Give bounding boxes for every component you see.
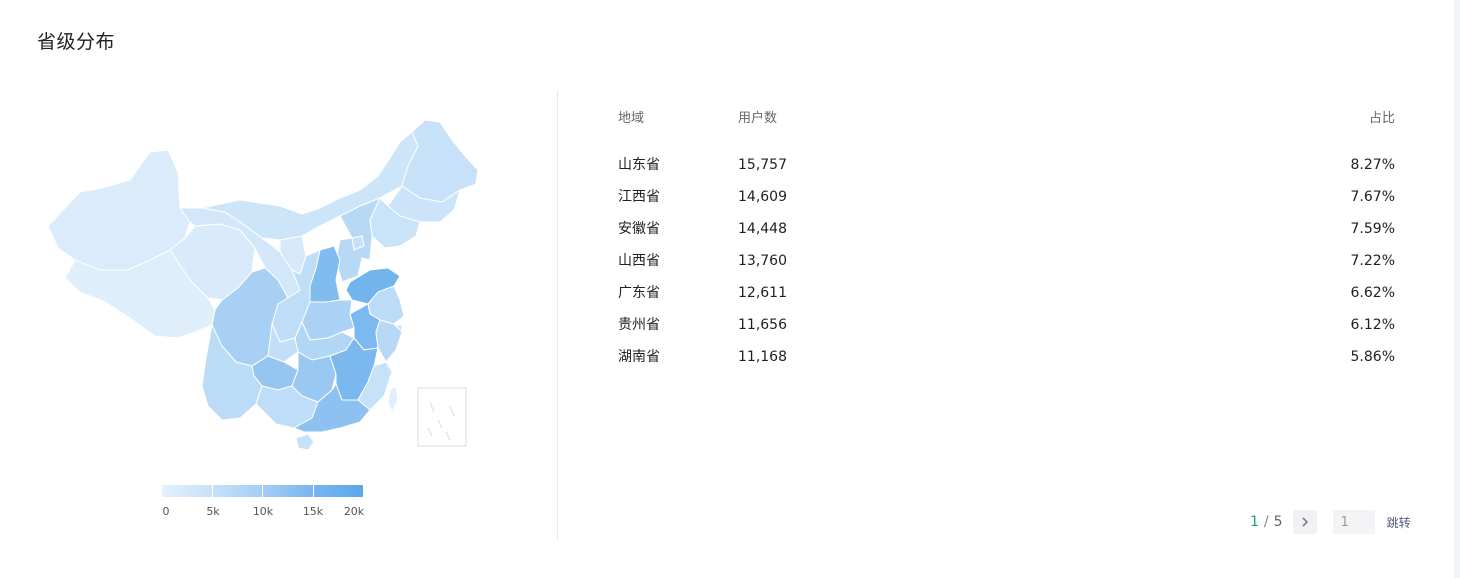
page-total: 5 (1273, 514, 1283, 530)
table-header: 地域 用户数 占比 (618, 108, 1395, 130)
page-separator: / (1263, 514, 1269, 530)
legend-color-scale (162, 485, 363, 497)
cell-ratio: 7.22% (1350, 253, 1395, 269)
map-region[interactable] (295, 433, 315, 451)
map-region[interactable] (401, 119, 479, 203)
legend-tick-label: 0 (162, 505, 170, 518)
cell-region: 安徽省 (618, 221, 660, 237)
cell-region: 山西省 (618, 253, 660, 269)
scrollbar-track (1454, 0, 1460, 578)
legend-segment (263, 485, 314, 497)
cell-ratio: 5.86% (1350, 349, 1395, 365)
table-row: 安徽省 14,448 7.59% (618, 213, 1395, 245)
panel-divider (557, 90, 558, 540)
legend-tick-label: 15k (302, 505, 324, 518)
cell-region: 广东省 (618, 285, 660, 301)
header-region: 地域 (618, 111, 645, 126)
next-page-button[interactable] (1292, 510, 1317, 534)
legend-tick-label: 5k (206, 505, 220, 518)
cell-ratio: 6.12% (1350, 317, 1395, 333)
cell-ratio: 7.59% (1350, 221, 1395, 237)
page-current: 1 (1250, 514, 1259, 530)
pagination: 1 / 5 跳转 (1250, 509, 1411, 535)
header-ratio: 占比 (1368, 111, 1395, 126)
legend-segment (212, 485, 263, 497)
cell-users: 11,656 (738, 317, 787, 333)
legend-tick-label: 10k (252, 505, 274, 518)
south-sea-islands (427, 401, 455, 441)
page-title: 省级分布 (37, 31, 116, 53)
map-legend: 0 5k 10k 15k 20k (162, 485, 365, 521)
page-jump-input[interactable] (1332, 510, 1375, 534)
cell-ratio: 8.27% (1350, 157, 1395, 173)
legend-tick-label: 20k (343, 505, 365, 518)
cell-users: 13,760 (738, 253, 787, 269)
cell-ratio: 7.67% (1350, 189, 1395, 205)
cell-users: 15,757 (738, 157, 787, 173)
cell-users: 14,448 (738, 221, 787, 237)
map-region[interactable] (387, 385, 399, 414)
table-row: 江西省 14,609 7.67% (618, 181, 1395, 213)
cell-region: 贵州省 (618, 317, 660, 333)
table-row: 湖南省 11,168 5.86% (618, 341, 1395, 373)
header-users: 用户数 (738, 111, 778, 126)
province-table: 地域 用户数 占比 山东省 15,757 8.27% 江西省 14,609 7.… (618, 108, 1395, 373)
table-body: 山东省 15,757 8.27% 江西省 14,609 7.67% 安徽省 14… (618, 149, 1395, 373)
cell-region: 江西省 (618, 189, 660, 205)
jump-button[interactable]: 跳转 (1387, 514, 1411, 531)
south-sea-inset (417, 387, 467, 447)
table-row: 山东省 15,757 8.27% (618, 149, 1395, 181)
table-row: 山西省 13,760 7.22% (618, 245, 1395, 277)
china-map (40, 110, 490, 460)
cell-region: 湖南省 (618, 349, 660, 365)
legend-segment (313, 485, 363, 497)
legend-segment (162, 485, 213, 497)
cell-users: 12,611 (738, 285, 787, 301)
cell-region: 山东省 (618, 157, 660, 173)
table-row: 贵州省 11,656 6.12% (618, 309, 1395, 341)
cell-users: 11,168 (738, 349, 787, 365)
legend-ticks: 0 5k 10k 15k 20k (162, 505, 365, 521)
table-row: 广东省 12,611 6.62% (618, 277, 1395, 309)
cell-ratio: 6.62% (1350, 285, 1395, 301)
cell-users: 14,609 (738, 189, 787, 205)
china-map-svg (47, 119, 479, 451)
chevron-right-icon (1302, 517, 1308, 527)
